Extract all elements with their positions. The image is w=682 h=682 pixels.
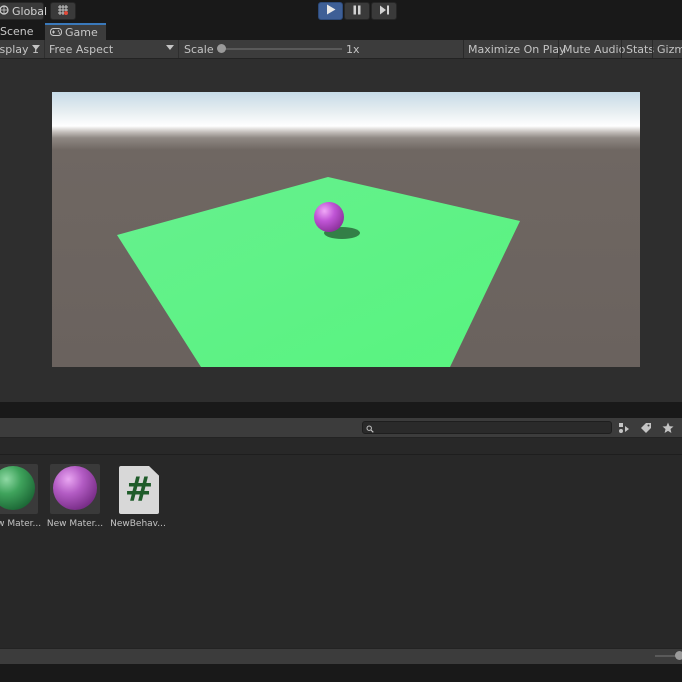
- maximize-on-play-button[interactable]: Maximize On Play: [463, 40, 570, 58]
- purple-sphere-icon: [53, 466, 97, 510]
- chevron-down-icon: [32, 45, 40, 50]
- grid-snap-icon: [56, 4, 70, 19]
- gizmos-button[interactable]: Gizmos: [652, 40, 682, 58]
- icon-size-slider-thumb[interactable]: [675, 651, 682, 660]
- global-pivot-icon: [0, 4, 9, 18]
- filter-by-label-icon[interactable]: [636, 419, 656, 436]
- play-button[interactable]: [318, 2, 343, 20]
- panel-divider[interactable]: [0, 402, 682, 418]
- gamepad-icon: [50, 26, 62, 39]
- tab-game[interactable]: Game: [45, 23, 106, 40]
- pause-icon: [352, 5, 362, 18]
- green-sphere-icon: [0, 466, 35, 510]
- asset-grid: [0, 455, 682, 648]
- asset-name: New Mater...: [0, 519, 42, 529]
- aspect-label: Free Aspect: [49, 42, 114, 56]
- step-icon: [379, 5, 390, 18]
- filter-by-type-icon[interactable]: [614, 419, 634, 436]
- game-viewport[interactable]: [52, 92, 640, 367]
- aspect-dropdown[interactable]: Free Aspect: [44, 40, 179, 58]
- main-toolbar: Global: [0, 0, 682, 23]
- tab-scene[interactable]: Scene: [0, 23, 45, 40]
- grid-snap-button[interactable]: [50, 2, 76, 20]
- purple-sphere: [314, 202, 344, 232]
- asset-name: NewBehav...: [110, 519, 166, 529]
- search-input[interactable]: [362, 421, 612, 434]
- hash-icon: #: [124, 470, 154, 510]
- favorites-star-icon[interactable]: [658, 419, 678, 436]
- chevron-down-icon: [166, 45, 174, 50]
- step-button[interactable]: [371, 2, 397, 20]
- ground-plane: [117, 177, 520, 367]
- global-toggle-button[interactable]: Global: [0, 2, 48, 20]
- display-dropdown[interactable]: Display 1: [0, 40, 43, 58]
- global-label: Global: [12, 4, 48, 18]
- editor-status-strip: [0, 664, 682, 682]
- scale-slider-track[interactable]: [221, 48, 342, 50]
- script-thumbnail: #: [113, 464, 163, 514]
- project-status-bar: [0, 648, 682, 665]
- asset-name: New Mater...: [46, 519, 104, 529]
- mute-audio-button[interactable]: Mute Audio: [558, 40, 629, 58]
- scale-slider-thumb[interactable]: [217, 44, 226, 53]
- search-icon: [366, 423, 374, 436]
- scene-render: [117, 177, 520, 367]
- scale-label: Scale: [184, 42, 214, 56]
- material-thumbnail: [0, 464, 38, 514]
- view-tab-bar: Scene Game: [0, 23, 682, 40]
- tab-game-label: Game: [65, 26, 98, 39]
- pause-button[interactable]: [344, 2, 370, 20]
- play-icon: [326, 4, 336, 18]
- material-thumbnail: [50, 464, 100, 514]
- scale-value: 1x: [346, 42, 360, 56]
- breadcrumb: [0, 438, 682, 455]
- tab-scene-label: Scene: [0, 25, 34, 38]
